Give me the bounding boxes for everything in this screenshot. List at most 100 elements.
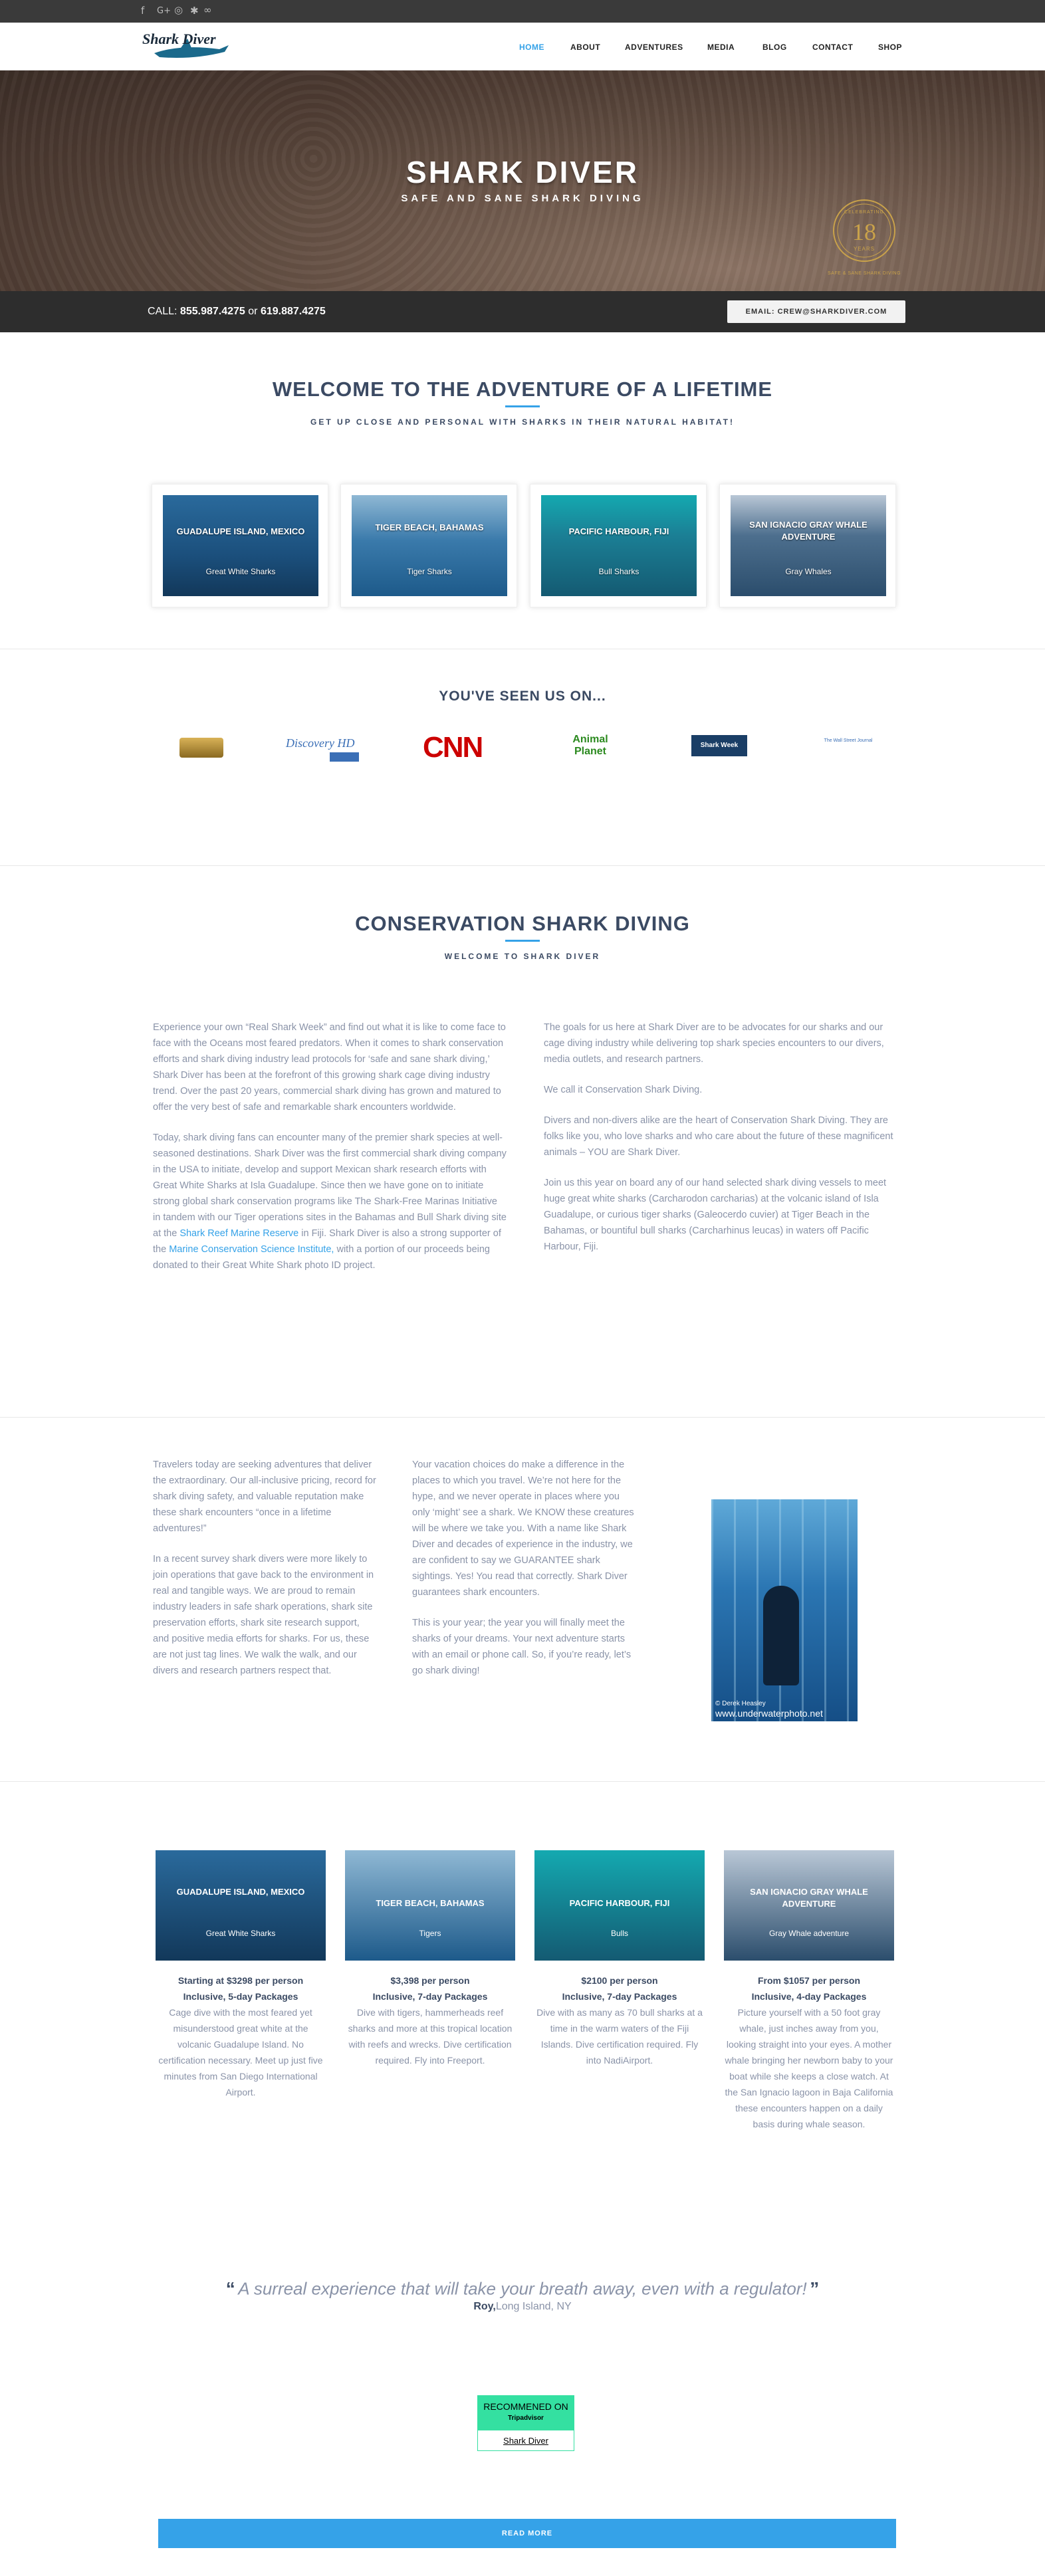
paragraph: Experience your own “Real Shark Week” an…: [153, 1022, 506, 1113]
instagram-icon[interactable]: ◎: [174, 4, 183, 16]
nav-about[interactable]: ABOUT: [570, 43, 600, 52]
author-place: Long Island, NY: [495, 2301, 572, 2312]
tripadvisor-icon[interactable]: ∞: [203, 4, 212, 16]
card-title: TIGER BEACH, BAHAMAS: [375, 522, 484, 532]
diver-silhouette: [763, 1586, 799, 1685]
card-subtitle: Tiger Sharks: [407, 567, 452, 576]
badge-years: YEARS: [853, 246, 875, 252]
trip-price: Starting at $3298 per person: [177, 1975, 304, 1986]
site-logo[interactable]: Shark Diver: [141, 29, 234, 64]
recommended-text: RECOMMENED ON: [483, 2401, 568, 2412]
welcome-title: WELCOME TO THE ADVENTURE OF A LIFETIME: [272, 377, 773, 401]
trip-info-guadalupe: Starting at $3298 per person Inclusive, …: [156, 1973, 326, 2100]
travel-column-1: Travelers today are seeking adventures t…: [153, 1457, 376, 1679]
animal-planet-logo: Animal Planet: [572, 734, 608, 757]
tripadvisor-widget[interactable]: RECOMMENED ON Tripadvisor Shark Diver: [477, 2395, 574, 2451]
tripadvisor-link[interactable]: Shark Diver: [478, 2436, 574, 2446]
trip-image-fiji[interactable]: PACIFIC HARBOUR, FIJI Bulls: [534, 1850, 705, 1961]
trip-description: Picture yourself with a 50 foot gray wha…: [725, 2007, 893, 2129]
trip-image-guadalupe[interactable]: GUADALUPE ISLAND, MEXICO Great White Sha…: [156, 1850, 326, 1961]
testimonial-author: Roy,Long Island, NY: [0, 2301, 1045, 2313]
call-bar: CALL: 855.987.4275 or 619.887.4275 EMAIL…: [0, 291, 1045, 332]
trip-description: Dive with tigers, hammerheads reef shark…: [348, 2007, 513, 2066]
trip-package: Inclusive, 7-day Packages: [562, 1991, 677, 2002]
nav-blog[interactable]: BLOG: [762, 43, 787, 52]
trip-info-fiji: $2100 per person Inclusive, 7-day Packag…: [534, 1973, 705, 2068]
photo-credit: © Derek Heasley: [715, 1700, 766, 1707]
phone-2[interactable]: 619.887.4275: [261, 306, 326, 317]
trip-price: $2100 per person: [581, 1975, 658, 1986]
conservation-right-column: The goals for us here at Shark Diver are…: [544, 1020, 896, 1255]
press-logo-badge: [179, 738, 223, 758]
conservation-title: CONSERVATION SHARK DIVING: [355, 912, 690, 935]
paragraph: Travelers today are seeking adventures t…: [153, 1459, 376, 1534]
trip-description: Dive with as many as 70 bull sharks at a…: [536, 2007, 703, 2066]
badge-number: 18: [852, 219, 876, 245]
author-name: Roy,: [473, 2301, 496, 2312]
site-header: Shark Diver HOME ABOUT ADVENTURES MEDIA …: [0, 23, 1045, 70]
logo-text: Shark Diver: [142, 31, 216, 47]
destination-card-fiji[interactable]: PACIFIC HARBOUR, FIJI Bull Sharks: [530, 484, 707, 607]
nav-media[interactable]: MEDIA: [707, 43, 735, 52]
trip-price: $3,398 per person: [390, 1975, 470, 1986]
tripadvisor-logo: Tripadvisor: [508, 2415, 544, 2422]
quote-open-icon: “: [225, 2278, 235, 2299]
conservation-subtitle: WELCOME TO SHARK DIVER: [444, 952, 601, 961]
destination-card-guadalupe[interactable]: GUADALUPE ISLAND, MEXICO Great White Sha…: [152, 484, 328, 607]
wsj-logo: The Wall Street Journal: [824, 738, 873, 743]
marine-conservation-link[interactable]: Marine Conservation Science Institute,: [169, 1244, 334, 1255]
trip-image-tiger-beach[interactable]: TIGER BEACH, BAHAMAS Tigers: [345, 1850, 515, 1961]
hero-title: SHARK DIVER: [406, 155, 639, 189]
read-more-button[interactable]: READ MORE: [158, 2519, 896, 2548]
trip-package: Inclusive, 4-day Packages: [751, 1991, 867, 2002]
trip-image-san-ignacio[interactable]: SAN IGNACIO GRAY WHALE ADVENTURE Gray Wh…: [724, 1850, 894, 1961]
nav-home[interactable]: HOME: [519, 43, 544, 52]
testimonial-quote: A surreal experience that will take your…: [238, 2278, 807, 2299]
badge-bottom-text: SAFE & SANE SHARK DIVING: [827, 271, 901, 276]
shark-reef-link[interactable]: Shark Reef Marine Reserve: [179, 1228, 298, 1239]
top-social-bar: f G+ ◎ ✱ ∞: [0, 0, 1045, 23]
call-text: CALL: 855.987.4275 or 619.887.4275: [148, 306, 326, 318]
destination-card-tiger-beach[interactable]: TIGER BEACH, BAHAMAS Tiger Sharks: [340, 484, 517, 607]
nav-adventures[interactable]: ADVENTURES: [625, 43, 683, 52]
card-title: PACIFIC HARBOUR, FIJI: [568, 526, 669, 536]
discovery-hd-logo: Discovery HD: [286, 734, 371, 764]
photo-url: www.underwaterphoto.net: [715, 1708, 823, 1719]
phone-1[interactable]: 855.987.4275: [180, 306, 245, 317]
email-button[interactable]: EMAIL: CREW@SHARKDIVER.COM: [727, 300, 905, 323]
cnn-logo: CNN: [423, 731, 483, 764]
fiji-image: PACIFIC HARBOUR, FIJI Bull Sharks: [541, 495, 697, 596]
quote-close-icon: ”: [810, 2278, 820, 2299]
nav-shop[interactable]: SHOP: [878, 43, 902, 52]
tiger-beach-image: TIGER BEACH, BAHAMAS Tiger Sharks: [352, 495, 507, 596]
divider: [0, 865, 1045, 866]
travel-column-2: Your vacation choices do make a differen…: [412, 1457, 636, 1679]
conservation-left-column: Experience your own “Real Shark Week” an…: [153, 1020, 507, 1273]
anniversary-badge: CELEBRATING 18 YEARS SAFE & SANE SHARK D…: [824, 194, 904, 282]
badge-top-text: CELEBRATING: [844, 210, 884, 215]
paragraph: Divers and non-divers alike are the hear…: [544, 1115, 893, 1158]
google-plus-icon[interactable]: G+: [157, 6, 171, 16]
card-subtitle: Gray Whales: [785, 567, 832, 576]
facebook-icon[interactable]: f: [141, 5, 144, 17]
welcome-subtitle: GET UP CLOSE AND PERSONAL WITH SHARKS IN…: [310, 417, 735, 427]
testimonial: “ A surreal experience that will take yo…: [0, 2278, 1045, 2300]
paragraph: Join us this year on board any of our ha…: [544, 1178, 887, 1252]
trip-price: From $1057 per person: [757, 1975, 861, 1986]
san-ignacio-image: SAN IGNACIO GRAY WHALE ADVENTURE Gray Wh…: [731, 495, 886, 596]
paragraph: Today, shark diving fans can encounter m…: [153, 1132, 507, 1271]
paragraph: In a recent survey shark divers were mor…: [153, 1554, 374, 1676]
trip-package: Inclusive, 5-day Packages: [183, 1991, 298, 2002]
tripadvisor-banner: RECOMMENED ON Tripadvisor: [478, 2396, 574, 2430]
call-label: CALL:: [148, 306, 177, 317]
nav-contact[interactable]: CONTACT: [812, 43, 853, 52]
paragraph: Your vacation choices do make a differen…: [412, 1459, 634, 1598]
trip-info-san-ignacio: From $1057 per person Inclusive, 4-day P…: [724, 1973, 894, 2132]
divider: [0, 1417, 1045, 1418]
welcome-underline: [505, 405, 540, 407]
shark-week-logo: Shark Week: [691, 735, 747, 756]
destination-card-san-ignacio[interactable]: SAN IGNACIO GRAY WHALE ADVENTURE Gray Wh…: [719, 484, 896, 607]
trip-description: Cage dive with the most feared yet misun…: [158, 2007, 323, 2097]
yelp-icon[interactable]: ✱: [190, 5, 199, 17]
divider: [0, 1781, 1045, 1782]
